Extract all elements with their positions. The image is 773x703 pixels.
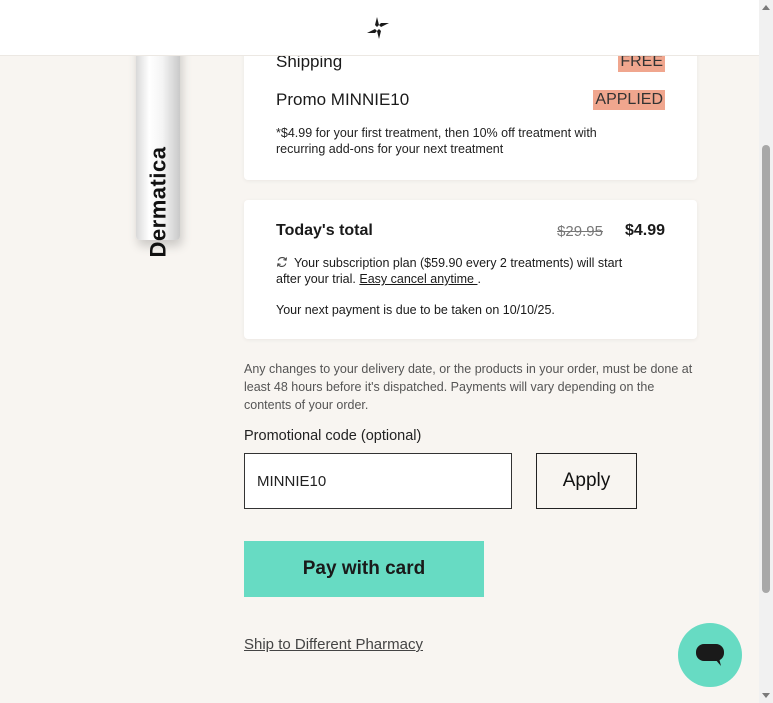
product-image: Dermatica [126,40,186,257]
promo-code-input[interactable] [244,453,512,509]
scroll-down-arrow-icon[interactable] [762,693,770,698]
promo-summary-label: Promo MINNIE10 [276,90,410,109]
pricing-note: *$4.99 for your first treatment, then 10… [276,126,597,156]
pay-with-card-button[interactable]: Pay with card [244,541,484,597]
refresh-cycle-icon [276,257,288,267]
ship-different-pharmacy-link[interactable]: Ship to Different Pharmacy [244,636,423,653]
vertical-scrollbar[interactable] [759,0,773,703]
subscription-info: Your subscription plan ($59.90 every 2 t… [276,255,627,287]
chat-launcher-button[interactable] [678,623,742,687]
top-header [0,0,759,56]
subscription-period: . [477,272,481,286]
total-row: Today's total $29.95 $4.99 [276,222,665,240]
chat-bubble-icon [696,644,724,666]
total-card: Today's total $29.95 $4.99 Your subscrip… [244,200,697,339]
discounted-price: $4.99 [624,222,665,239]
product-brand-text: Dermatica [145,146,171,258]
promo-row: Promo MINNIE10 APPLIED [276,90,665,110]
order-change-disclaimer: Any changes to your delivery date, or th… [244,362,693,412]
scroll-up-arrow-icon[interactable] [762,5,770,10]
dermatica-logo-icon[interactable] [366,16,390,40]
next-payment-text: Your next payment is due to be taken on … [276,303,555,317]
apply-promo-button[interactable]: Apply [536,453,637,509]
total-label: Today's total [276,222,373,239]
promo-code-label: Promotional code (optional) [244,428,422,444]
easy-cancel-link[interactable]: Easy cancel anytime [359,272,477,286]
scrollbar-thumb[interactable] [762,145,770,593]
original-price: $29.95 [557,222,603,240]
order-summary-card: Shipping FREE Promo MINNIE10 APPLIED *$4… [244,40,697,180]
promo-applied-badge: APPLIED [593,90,665,110]
